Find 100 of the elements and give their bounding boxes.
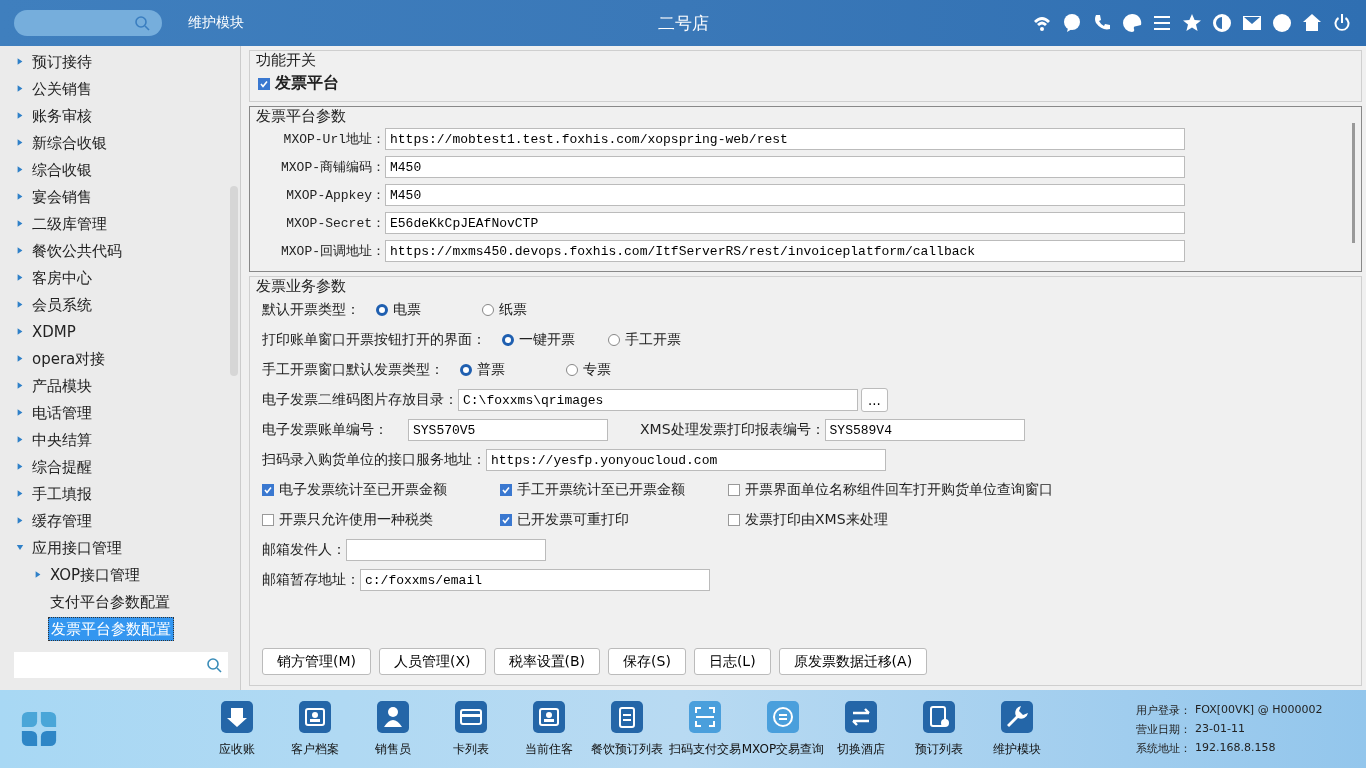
- tree-item[interactable]: 餐饮公共代码: [30, 239, 124, 262]
- mail-icon[interactable]: [1242, 13, 1262, 33]
- collapsed-arrow-icon[interactable]: [16, 84, 24, 93]
- text-field[interactable]: C:\foxxms\qrimages: [458, 389, 858, 411]
- radio-button[interactable]: [460, 364, 472, 376]
- scrollbar[interactable]: [1352, 123, 1355, 243]
- tree-item[interactable]: 中央结算: [30, 428, 94, 451]
- collapsed-arrow-icon[interactable]: [16, 462, 24, 471]
- collapsed-arrow-icon[interactable]: [34, 570, 42, 579]
- collapsed-arrow-icon[interactable]: [16, 435, 24, 444]
- tree-item[interactable]: 综合收银: [30, 158, 94, 181]
- field-label: 邮箱暂存地址：: [262, 571, 360, 589]
- text-field[interactable]: M450: [385, 184, 1185, 206]
- collapsed-arrow-icon[interactable]: [16, 192, 24, 201]
- text-field[interactable]: c:/foxxms/email: [360, 569, 710, 591]
- tree-item[interactable]: 手工填报: [30, 482, 94, 505]
- tree-item[interactable]: 产品模块: [30, 374, 94, 397]
- tree-item[interactable]: 账务审核: [30, 104, 94, 127]
- tree-item[interactable]: XDMP: [30, 320, 78, 343]
- star-icon[interactable]: [1182, 13, 1202, 33]
- collapsed-arrow-icon[interactable]: [16, 138, 24, 147]
- checkbox[interactable]: [728, 514, 740, 526]
- text-field[interactable]: [346, 539, 546, 561]
- action-button[interactable]: 日志(L): [693, 648, 771, 675]
- expanded-arrow-icon[interactable]: [16, 543, 24, 552]
- radio-label: 手工开票: [625, 331, 681, 349]
- collapsed-arrow-icon[interactable]: [16, 273, 24, 282]
- collapsed-arrow-icon[interactable]: [16, 408, 24, 417]
- tree-item[interactable]: 应用接口管理: [30, 536, 124, 559]
- dock-button[interactable]: 应收账: [198, 700, 276, 758]
- collapsed-arrow-icon[interactable]: [16, 300, 24, 309]
- collapsed-arrow-icon[interactable]: [16, 219, 24, 228]
- dock-button[interactable]: 预订列表: [900, 700, 978, 758]
- dock-button[interactable]: 维护模块: [978, 700, 1056, 758]
- text-field[interactable]: E56deKkCpJEAfNovCTP: [385, 212, 1185, 234]
- collapsed-arrow-icon[interactable]: [16, 111, 24, 120]
- home-icon[interactable]: [1302, 13, 1322, 33]
- collapsed-arrow-icon[interactable]: [16, 165, 24, 174]
- action-button[interactable]: 保存(S): [608, 648, 686, 675]
- module-name: 维护模块: [188, 14, 244, 32]
- tree-item[interactable]: 缓存管理: [30, 509, 94, 532]
- search-icon[interactable]: [134, 15, 150, 31]
- collapsed-arrow-icon[interactable]: [16, 327, 24, 336]
- radio-label: 纸票: [499, 301, 527, 319]
- action-button[interactable]: 销方管理(M): [262, 648, 371, 675]
- action-button[interactable]: 税率设置(B): [493, 648, 601, 675]
- checkbox[interactable]: [262, 484, 274, 496]
- radio-button[interactable]: [502, 334, 514, 346]
- dock-button[interactable]: 卡列表: [432, 700, 510, 758]
- tree-item[interactable]: 宴会销售: [30, 185, 94, 208]
- palette-icon[interactable]: [1122, 13, 1142, 33]
- dock-button[interactable]: 扫码支付交易: [666, 700, 744, 758]
- collapsed-arrow-icon[interactable]: [16, 381, 24, 390]
- radio-button[interactable]: [482, 304, 494, 316]
- search-icon[interactable]: [206, 657, 222, 673]
- collapsed-arrow-icon[interactable]: [16, 57, 24, 66]
- action-button[interactable]: 人员管理(X): [379, 648, 486, 675]
- checkbox[interactable]: [500, 514, 512, 526]
- browse-button[interactable]: ...: [861, 388, 888, 412]
- dock-button[interactable]: 餐饮预订列表: [588, 700, 666, 758]
- text-field[interactable]: M450: [385, 156, 1185, 178]
- collapsed-arrow-icon[interactable]: [16, 354, 24, 363]
- text-field[interactable]: https://mobtest1.test.foxhis.com/xopspring-web/rest: [385, 128, 1185, 150]
- menu-icon[interactable]: [1152, 13, 1172, 33]
- dock-button[interactable]: MXOP交易查询: [744, 700, 822, 758]
- collapsed-arrow-icon[interactable]: [16, 489, 24, 498]
- tree-item[interactable]: 会员系统: [30, 293, 94, 316]
- checkbox[interactable]: [262, 514, 274, 526]
- tree-item[interactable]: 公关销售: [30, 77, 94, 100]
- checkbox[interactable]: [728, 484, 740, 496]
- text-field[interactable]: https://yesfp.yonyoucloud.com: [486, 449, 886, 471]
- action-button[interactable]: 原发票数据迁移(A): [778, 648, 928, 675]
- collapsed-arrow-icon[interactable]: [16, 246, 24, 255]
- dock-button[interactable]: 客户档案: [276, 700, 354, 758]
- tree-item[interactable]: 新综合收银: [30, 131, 109, 154]
- tree-item[interactable]: opera对接: [30, 347, 108, 370]
- tree-item[interactable]: 预订接待: [30, 50, 94, 73]
- radio-button[interactable]: [376, 304, 388, 316]
- text-field[interactable]: https://mxms450.devops.foxhis.com/ItfServerRS/rest/invoiceplatform/callback: [385, 240, 1185, 262]
- contrast-icon[interactable]: [1212, 13, 1232, 33]
- checkbox[interactable]: [258, 77, 270, 90]
- tree-item[interactable]: 电话管理: [30, 401, 94, 424]
- tree-item[interactable]: 综合提醒: [30, 455, 94, 478]
- dock-button[interactable]: 销售员: [354, 700, 432, 758]
- search-field[interactable]: [14, 10, 162, 36]
- chat-icon[interactable]: [1062, 13, 1082, 33]
- tree-item[interactable]: XOP接口管理: [48, 563, 143, 586]
- text-field[interactable]: SYS589V4: [824, 419, 1025, 441]
- radio-button[interactable]: [566, 364, 578, 376]
- power-icon[interactable]: [1332, 13, 1352, 33]
- checkbox[interactable]: [500, 484, 512, 496]
- collapsed-arrow-icon[interactable]: [16, 516, 24, 525]
- dock-button[interactable]: 切换酒店: [822, 700, 900, 758]
- tree-item[interactable]: 客房中心: [30, 266, 94, 289]
- dock-button[interactable]: 当前住客: [510, 700, 588, 758]
- radio-button[interactable]: [608, 334, 620, 346]
- tree-item[interactable]: 二级库管理: [30, 212, 109, 235]
- search-field[interactable]: [14, 652, 228, 678]
- text-field[interactable]: SYS570V5: [408, 419, 608, 441]
- tree-item[interactable]: 支付平台参数配置: [48, 590, 172, 613]
